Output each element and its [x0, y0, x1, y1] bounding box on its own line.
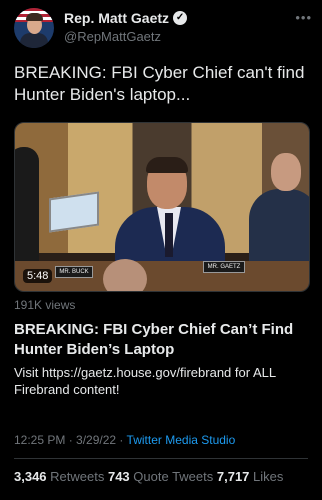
avatar-suit [20, 33, 48, 48]
author-name-row[interactable]: Rep. Matt Gaetz ✓ [64, 10, 188, 26]
nameplate-right: MR. GAETZ [203, 261, 245, 273]
video-foreground-head [103, 259, 147, 291]
quote-tweets-label: Quote Tweets [129, 469, 217, 484]
tweet-header: Rep. Matt Gaetz ✓ @RepMattGaetz ••• [14, 8, 314, 48]
author-handle[interactable]: @RepMattGaetz [64, 29, 161, 44]
video-player[interactable]: MR. BUCK MR. GAETZ 5:48 [14, 122, 310, 292]
likes-stat[interactable]: 7,717 Likes [217, 469, 284, 484]
tweet-text: BREAKING: FBI Cyber Chief can't find Hun… [14, 63, 305, 104]
video-views: 191K views [14, 298, 76, 312]
avatar-hair [26, 13, 43, 21]
divider [14, 458, 308, 459]
speaker-tie [165, 213, 173, 257]
speaker-hair [146, 157, 188, 173]
tweet-time[interactable]: 12:25 PM [14, 433, 65, 447]
author-name[interactable]: Rep. Matt Gaetz [64, 10, 169, 26]
video-description: Visit https://gaetz.house.gov/firebrand … [14, 365, 276, 397]
tweet: Rep. Matt Gaetz ✓ @RepMattGaetz ••• BREA… [0, 0, 322, 500]
verified-badge-icon: ✓ [173, 11, 188, 25]
retweets-label: Retweets [46, 469, 108, 484]
quote-tweets-stat[interactable]: 743 Quote Tweets [108, 469, 217, 484]
video-title[interactable]: BREAKING: FBI Cyber Chief Can’t Find Hun… [14, 320, 310, 360]
quote-tweets-count: 743 [107, 469, 130, 484]
more-options-icon[interactable]: ••• [295, 10, 312, 25]
avatar[interactable] [14, 8, 54, 48]
retweets-count: 3,346 [14, 469, 47, 484]
likes-count: 7,717 [216, 469, 250, 484]
retweets-stat[interactable]: 3,346 Retweets [14, 469, 108, 484]
video-monitor [49, 191, 99, 233]
tweet-stats: 3,346 Retweets 743 Quote Tweets 7,717 Li… [14, 469, 283, 484]
meta-separator: · [116, 433, 127, 447]
video-duration-badge: 5:48 [23, 269, 53, 283]
likes-label: Likes [249, 469, 284, 484]
tweet-date[interactable]: 3/29/22 [76, 433, 116, 447]
nameplate-left: MR. BUCK [55, 266, 93, 278]
tweet-meta: 12:25 PM · 3/29/22 · Twitter Media Studi… [14, 433, 235, 447]
right-person-head [271, 153, 301, 191]
meta-separator: · [65, 433, 77, 447]
tweet-source-link[interactable]: Twitter Media Studio [127, 433, 236, 447]
